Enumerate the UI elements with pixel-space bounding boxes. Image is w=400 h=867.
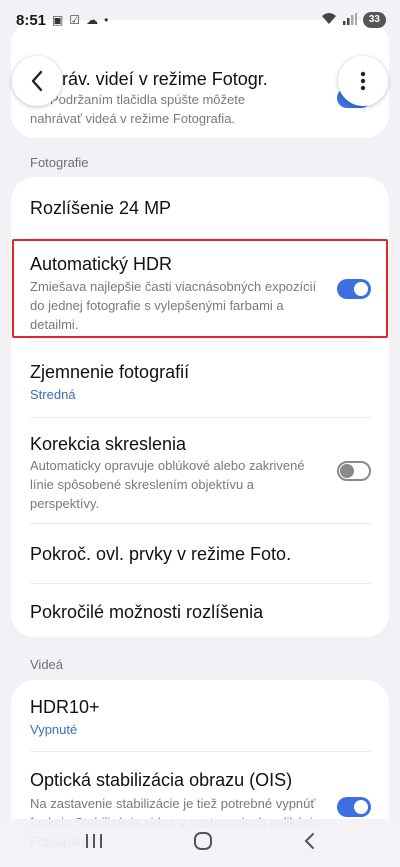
auto-hdr-desc: Zmiešava najlepšie časti viacnásobných e…	[30, 279, 317, 332]
auto-hdr-toggle[interactable]	[337, 279, 371, 299]
auto-hdr-title: Automatický HDR	[30, 254, 173, 274]
more-options-button[interactable]	[338, 56, 388, 106]
record-video-desc-line1: Podržaním tlačidla spúšte môžete	[50, 92, 246, 107]
home-button[interactable]	[193, 831, 213, 856]
photo-resolution-item[interactable]: Rozlíšenie 24 MP	[30, 197, 371, 219]
divider	[30, 751, 371, 752]
divider	[30, 583, 371, 584]
hdr10-item[interactable]: HDR10+ Vypnuté	[30, 696, 371, 739]
dot-icon: •	[104, 13, 109, 27]
divider	[30, 523, 371, 524]
signal-icon	[342, 12, 357, 28]
status-time: 8:51	[16, 11, 47, 29]
status-bar: 8:51 ▣ ☑ ☁ • 33	[0, 0, 400, 40]
ois-toggle[interactable]	[337, 797, 371, 817]
advanced-resolution-title: Pokročilé možnosti rozlíšenia	[30, 602, 264, 622]
divider	[30, 238, 371, 239]
hdr10-title: HDR10+	[30, 697, 100, 717]
back-button[interactable]	[12, 56, 62, 106]
battery-icon: 33	[362, 12, 386, 28]
hdr10-value: Vypnuté	[30, 722, 78, 737]
record-video-title: ráv. videí v režime Fotogr.	[62, 69, 268, 89]
record-video-desc-line2: nahrávať videá v režime Fotografia.	[30, 111, 236, 126]
advanced-photo-controls-title: Pokroč. ovl. prvky v režime Foto.	[30, 544, 292, 564]
photo-softening-value: Stredná	[30, 387, 76, 402]
advanced-resolution-item[interactable]: Pokročilé možnosti rozlíšenia	[30, 601, 371, 623]
recent-apps-icon	[86, 833, 102, 848]
check-icon: ☑	[69, 13, 81, 27]
photo-softening-title: Zjemnenie fotografií	[30, 362, 190, 382]
back-arrow-icon	[31, 70, 43, 92]
advanced-photo-controls-item[interactable]: Pokroč. ovl. prvky v režime Foto.	[30, 543, 371, 565]
section-label-photos: Fotografie	[30, 155, 89, 170]
system-nav-bar	[0, 819, 400, 867]
photo-softening-item[interactable]: Zjemnenie fotografií Stredná	[30, 361, 371, 404]
photo-resolution-title: Rozlíšenie 24 MP	[30, 198, 172, 218]
cloud-icon: ☁	[86, 13, 99, 27]
distortion-correction-title: Korekcia skreslenia	[30, 434, 187, 454]
distortion-correction-item[interactable]: Korekcia skreslenia Automaticky opravuje…	[30, 433, 311, 513]
screenshot-icon: ▣	[52, 13, 64, 27]
wifi-icon	[321, 12, 337, 28]
record-video-photo-mode-item[interactable]: ráv. videí v režime Fotogr. Podržaním tl…	[30, 68, 371, 128]
home-icon	[194, 831, 212, 850]
divider	[30, 341, 371, 342]
auto-hdr-item[interactable]: Automatický HDR Zmiešava najlepšie časti…	[30, 253, 321, 334]
ois-title: Optická stabilizácia obrazu (OIS)	[30, 770, 293, 790]
back-nav-button[interactable]	[303, 832, 315, 855]
distortion-correction-desc: Automaticky opravuje oblúkové alebo zakr…	[30, 458, 305, 511]
divider	[30, 417, 371, 418]
back-nav-icon	[304, 832, 314, 849]
section-label-videos: Videá	[30, 657, 64, 672]
photo-settings-card: Rozlíšenie 24 MP Automatický HDR Zmiešav…	[11, 177, 389, 637]
distortion-correction-toggle[interactable]	[337, 461, 371, 481]
more-vertical-icon	[360, 71, 366, 91]
recent-apps-button[interactable]	[85, 833, 103, 854]
